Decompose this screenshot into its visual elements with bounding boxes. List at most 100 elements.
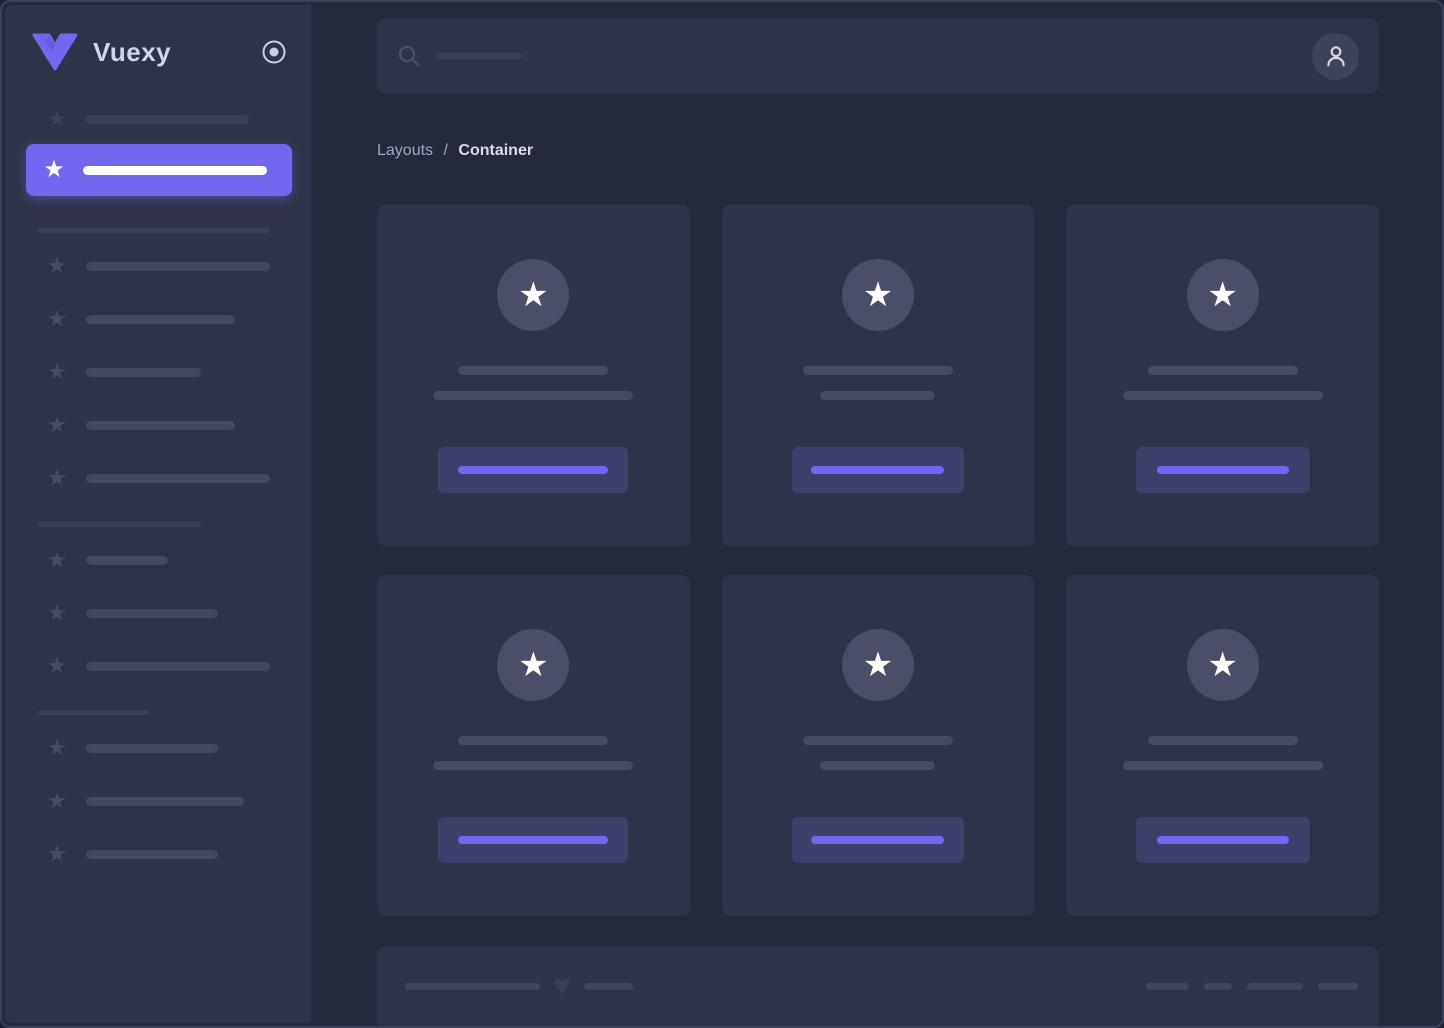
sidebar-header: Vuexy <box>5 5 311 71</box>
card-badge: ★ <box>1186 259 1259 331</box>
star-icon: ★ <box>47 412 67 437</box>
breadcrumb: Layouts / Container <box>377 139 1379 163</box>
star-icon: ★ <box>47 547 67 572</box>
skeleton-title-bar <box>802 736 953 745</box>
button-label-bar <box>1156 466 1289 474</box>
sidebar: Vuexy ★ ★ ★ ★ ★ ★ ★ ★ ★ ★ ★ ★ ★ <box>5 5 311 1023</box>
skeleton-text-bar <box>86 608 218 618</box>
star-icon: ★ <box>47 600 67 625</box>
app-window: Vuexy ★ ★ ★ ★ ★ ★ ★ ★ ★ ★ ★ ★ ★ Layouts … <box>0 0 1444 1028</box>
sidebar-pin-toggle[interactable] <box>261 39 287 65</box>
top-navbar <box>377 18 1379 94</box>
star-icon: ★ <box>47 359 67 384</box>
skeleton-text-bar <box>86 661 270 671</box>
footer-skeleton-bar <box>583 982 633 990</box>
card-badge: ★ <box>841 629 914 701</box>
footer-link-bar[interactable] <box>1146 982 1189 990</box>
sidebar-item[interactable]: ★ <box>45 654 288 678</box>
radio-circle-icon <box>262 40 286 64</box>
skeleton-text-bar <box>86 473 270 483</box>
card-action-button[interactable] <box>438 447 629 493</box>
card-action-button[interactable] <box>1135 817 1310 863</box>
button-label-bar <box>1156 836 1289 844</box>
skeleton-text-bar <box>86 555 168 565</box>
star-icon: ★ <box>47 465 67 490</box>
sidebar-item[interactable]: ★ <box>45 307 288 331</box>
skeleton-title-bar <box>458 736 609 745</box>
sidebar-item[interactable]: ★ <box>45 413 288 437</box>
card-action-button[interactable] <box>791 817 964 863</box>
feature-card: ★ <box>377 575 690 916</box>
card-badge: ★ <box>1186 629 1259 701</box>
sidebar-item[interactable]: ★ <box>45 548 288 572</box>
brand-logo-icon[interactable] <box>32 33 78 71</box>
star-icon: ★ <box>518 276 549 314</box>
card-badge: ★ <box>497 629 570 701</box>
footer-card: ♥ <box>377 946 1379 1026</box>
sidebar-item[interactable]: ★ <box>45 107 288 131</box>
skeleton-title-bar <box>802 366 953 375</box>
star-icon: ★ <box>1207 646 1238 684</box>
search-input[interactable] <box>397 18 1312 94</box>
footer-links-group <box>1146 982 1358 990</box>
skeleton-text-bar <box>86 849 218 859</box>
feature-card: ★ <box>1066 575 1379 916</box>
skeleton-text-bar <box>86 367 201 377</box>
card-action-button[interactable] <box>791 447 964 493</box>
footer-link-bar[interactable] <box>1247 982 1303 990</box>
skeleton-subtitle-bar <box>1122 761 1323 770</box>
star-icon: ★ <box>1207 276 1238 314</box>
skeleton-subtitle-bar <box>433 391 634 400</box>
skeleton-subtitle-bar <box>1122 391 1323 400</box>
button-label-bar <box>811 836 945 844</box>
breadcrumb-current: Container <box>458 142 534 159</box>
card-action-button[interactable] <box>438 817 629 863</box>
sidebar-section-divider <box>38 522 201 527</box>
card-badge: ★ <box>497 259 570 331</box>
search-placeholder-bar <box>437 53 522 59</box>
sidebar-item[interactable]: ★ <box>45 466 288 490</box>
skeleton-text-bar <box>86 314 235 324</box>
button-label-bar <box>458 466 609 474</box>
sidebar-item[interactable]: ★ <box>45 360 288 384</box>
feature-card: ★ <box>721 205 1035 546</box>
skeleton-text-bar <box>86 796 244 806</box>
search-icon <box>398 45 420 67</box>
button-label-bar <box>811 466 945 474</box>
main-content: Layouts / Container ★ ★ ★ ★ ★ ★ ♥ <box>311 5 1439 1026</box>
sidebar-nav: ★ ★ ★ ★ ★ ★ ★ ★ ★ ★ ★ ★ ★ <box>5 107 311 866</box>
feature-card: ★ <box>721 575 1035 916</box>
button-label-bar <box>458 836 609 844</box>
star-icon: ★ <box>518 646 549 684</box>
sidebar-item[interactable]: ★ <box>45 254 288 278</box>
star-icon: ★ <box>47 788 67 813</box>
sidebar-item-active[interactable]: ★ <box>26 144 292 196</box>
star-icon: ★ <box>862 646 894 684</box>
card-grid: ★ ★ ★ ★ ★ ★ <box>377 205 1379 916</box>
skeleton-text-bar <box>86 261 270 271</box>
star-icon: ★ <box>47 653 67 678</box>
skeleton-text-bar <box>83 165 267 175</box>
footer-link-bar[interactable] <box>1318 982 1358 990</box>
skeleton-title-bar <box>1147 366 1298 375</box>
sidebar-item[interactable]: ★ <box>45 601 288 625</box>
feature-card: ★ <box>1066 205 1379 546</box>
breadcrumb-link-layouts[interactable]: Layouts <box>377 142 433 159</box>
card-action-button[interactable] <box>1135 447 1310 493</box>
skeleton-subtitle-bar <box>433 761 634 770</box>
sidebar-item[interactable]: ★ <box>45 789 288 813</box>
star-icon: ★ <box>862 276 894 314</box>
sidebar-item[interactable]: ★ <box>45 842 288 866</box>
brand-name: Vuexy <box>93 36 172 67</box>
user-avatar-button[interactable] <box>1312 32 1359 80</box>
star-icon: ★ <box>43 156 65 183</box>
skeleton-text-bar <box>86 420 235 430</box>
skeleton-subtitle-bar <box>820 761 936 770</box>
skeleton-text-bar <box>86 743 218 753</box>
footer-link-bar[interactable] <box>1204 982 1232 990</box>
breadcrumb-separator: / <box>443 142 448 159</box>
sidebar-section-divider <box>38 710 150 715</box>
sidebar-section-divider <box>38 228 270 233</box>
sidebar-item[interactable]: ★ <box>45 736 288 760</box>
user-icon <box>1326 46 1345 67</box>
